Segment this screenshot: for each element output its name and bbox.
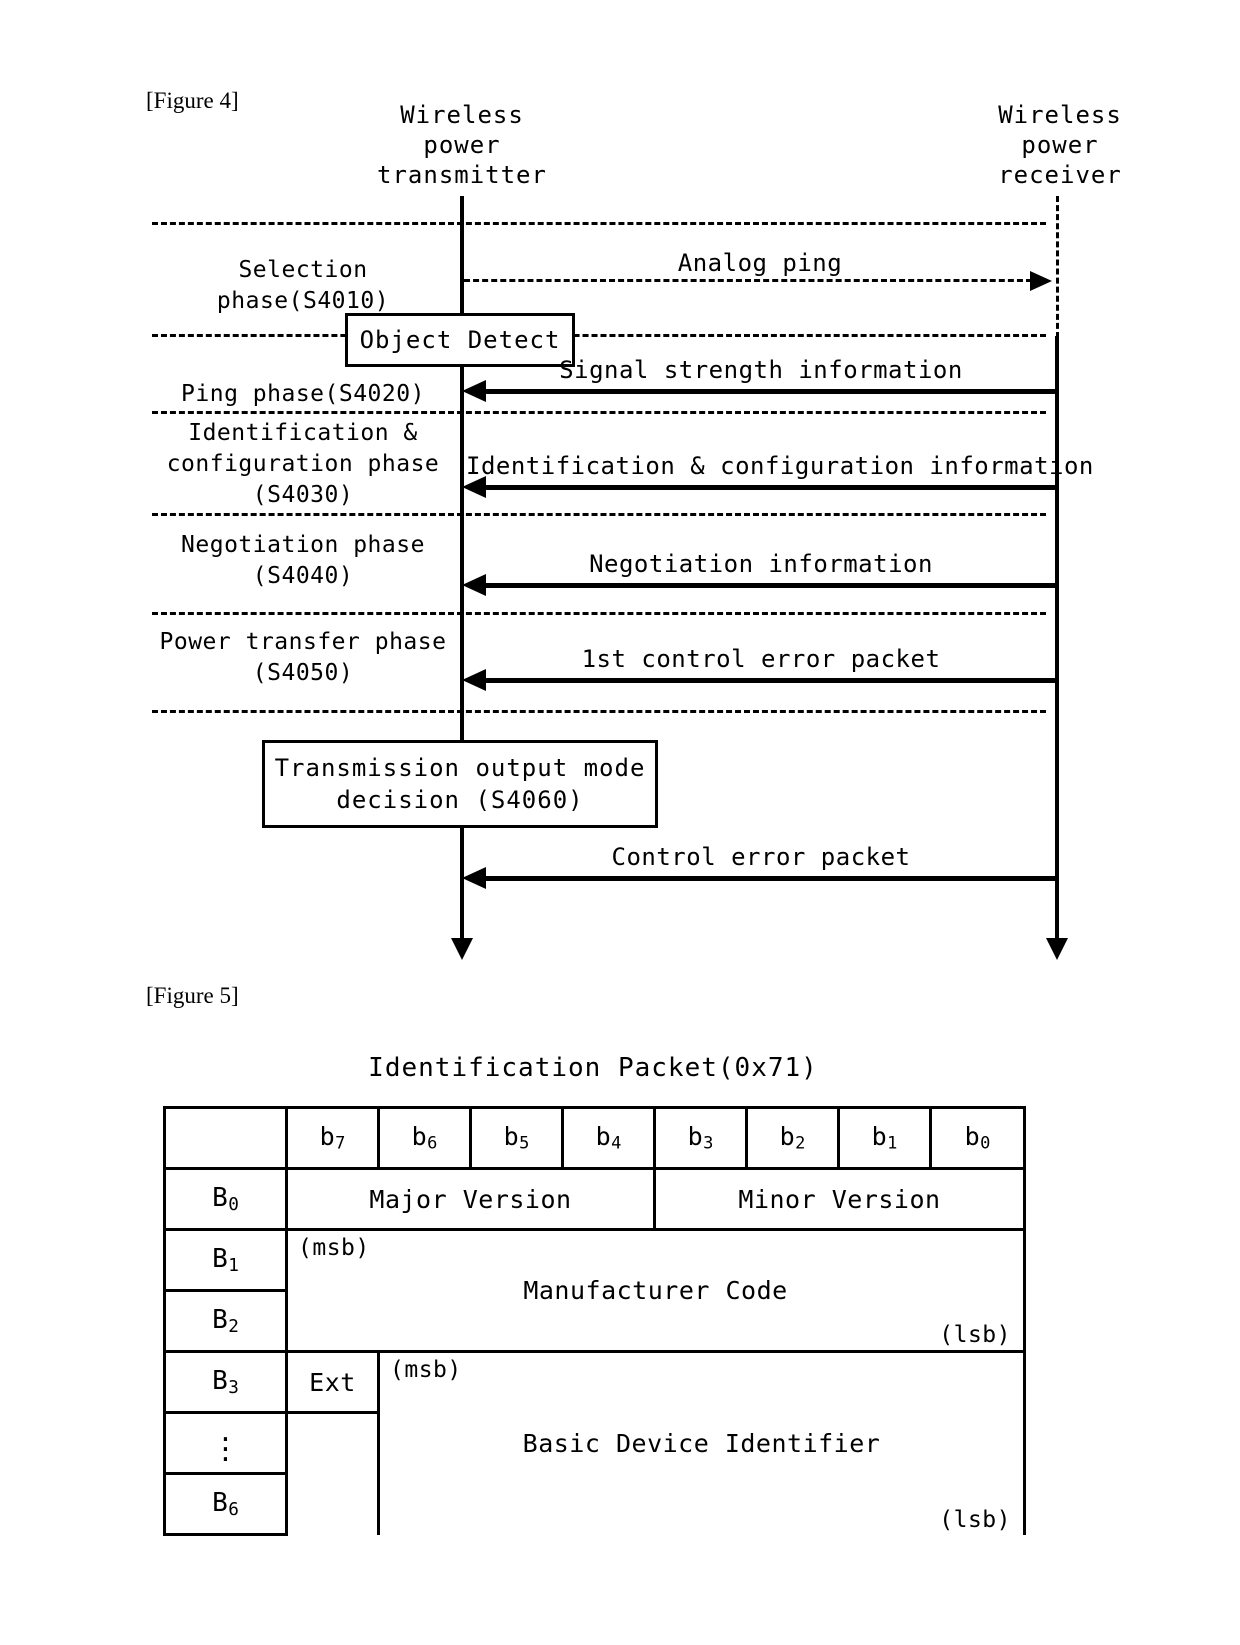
phase-label-ping: Ping phase(S4020): [181, 381, 425, 407]
message-line-identification-configuration: [474, 485, 1056, 490]
table-header-b4: b4: [561, 1106, 656, 1170]
table-byte-label-b2: B2: [163, 1289, 288, 1353]
message-line-signal-strength: [474, 389, 1056, 394]
table-header-b3: b3: [653, 1106, 748, 1170]
lifeline-transmitter-end-arrow: [451, 938, 473, 960]
phase-label-negotiation: Negotiation phase (S4040): [181, 532, 425, 589]
bit-index-0: 0: [980, 1133, 991, 1154]
byte-index-0: 0: [228, 1194, 239, 1215]
message-label-analog-ping: Analog ping: [677, 249, 843, 277]
phase-label-selection: Selection phase(S4010): [216, 257, 390, 314]
message-line-control-error: [474, 876, 1056, 881]
message-line-first-control-error: [474, 678, 1056, 683]
message-arrowhead-control-error: [462, 867, 486, 889]
table-row-bit-headers: b7 b6 b5 b4 b3 b2 b1 b0: [163, 1106, 1026, 1170]
phase-divider-identification-negotiation: [152, 513, 1046, 516]
table-byte-label-b0: B0: [163, 1167, 288, 1231]
byte-index-1: 1: [228, 1255, 239, 1276]
table-byte-label-b1: B1: [163, 1228, 288, 1292]
message-arrowhead-signal-strength: [462, 380, 486, 402]
bit-index-4: 4: [611, 1133, 622, 1154]
bit-index-6: 6: [427, 1133, 438, 1154]
byte-index-3: 3: [228, 1377, 239, 1398]
bit-index-5: 5: [519, 1133, 530, 1154]
message-label-identification-configuration: Identification & configuration informati…: [466, 452, 1094, 480]
table-header-b5: b5: [469, 1106, 564, 1170]
message-line-negotiation: [474, 583, 1056, 588]
process-box-output-mode-decision: Transmission output mode decision (S4060…: [262, 740, 658, 828]
phase-divider-top: [152, 222, 1046, 225]
manufacturer-code-msb-label: (msb): [298, 1235, 370, 1261]
table-cell-corner-blank: [163, 1106, 288, 1170]
actor-header-receiver: Wireless power receiver: [998, 101, 1122, 189]
table-field-basic-device-identifier: (msb) Basic Device Identifier (lsb): [377, 1350, 1026, 1535]
message-line-analog-ping: [464, 279, 1032, 282]
table-field-manufacturer-code: (msb) Manufacturer Code (lsb): [285, 1228, 1026, 1352]
message-label-negotiation: Negotiation information: [589, 550, 933, 578]
table-byte-label-b6: B6: [163, 1472, 288, 1536]
lifeline-receiver-end-arrow: [1046, 938, 1068, 960]
message-label-signal-strength: Signal strength information: [559, 356, 963, 384]
byte-index-6: 6: [228, 1499, 239, 1520]
basic-device-identifier-msb-label: (msb): [390, 1357, 462, 1383]
table-header-b7: b7: [285, 1106, 380, 1170]
bit-index-3: 3: [703, 1133, 714, 1154]
phase-divider-negotiation-power: [152, 612, 1046, 615]
table-header-b2: b2: [745, 1106, 840, 1170]
phase-divider-power-bottom: [152, 710, 1046, 713]
phase-label-identification-configuration: Identification & configuration phase (S4…: [166, 420, 440, 508]
basic-device-identifier-label: Basic Device Identifier: [522, 1429, 881, 1459]
message-label-control-error: Control error packet: [611, 843, 911, 871]
message-label-first-control-error: 1st control error packet: [581, 645, 941, 673]
lifeline-receiver-dashed: [1056, 196, 1059, 338]
manufacturer-code-label: Manufacturer Code: [523, 1276, 788, 1305]
phase-divider-selection-ping: [152, 334, 1046, 337]
table-field-ext-bit: Ext: [285, 1350, 380, 1414]
phase-label-power-transfer: Power transfer phase (S4050): [159, 629, 447, 686]
figure-5-caption: [Figure 5]: [146, 983, 239, 1008]
table-byte-label-b3: B3: [163, 1350, 288, 1414]
table-header-b1: b1: [837, 1106, 932, 1170]
basic-device-identifier-lsb-label: (lsb): [939, 1506, 1011, 1533]
table-row-b0: B0 Major Version Minor Version: [163, 1167, 1026, 1231]
packet-table-title: Identification Packet(0x71): [368, 1053, 818, 1083]
table-header-b6: b6: [377, 1106, 472, 1170]
figure-4-caption: [Figure 4]: [146, 88, 239, 113]
manufacturer-code-lsb-label: (lsb): [939, 1322, 1011, 1348]
byte-index-2: 2: [228, 1316, 239, 1337]
table-field-minor-version: Minor Version: [653, 1167, 1026, 1231]
lifeline-transmitter: [460, 196, 464, 944]
table-field-major-version: Major Version: [285, 1167, 656, 1231]
table-row-b3: B3 Ext (msb) Basic Device Identifier (ls…: [163, 1350, 1026, 1535]
bit-index-7: 7: [335, 1133, 346, 1154]
message-arrowhead-negotiation: [462, 574, 486, 596]
table-byte-label-ellipsis: ...: [163, 1411, 288, 1475]
message-arrowhead-first-control-error: [462, 669, 486, 691]
identification-packet-table: b7 b6 b5 b4 b3 b2 b1 b0 B0 Major Version…: [163, 1106, 1026, 1536]
bit-index-2: 2: [795, 1133, 806, 1154]
actor-header-transmitter: Wireless power transmitter: [377, 101, 547, 189]
message-arrowhead-identification-configuration: [462, 476, 486, 498]
patent-figure-page: [Figure 4] Wireless power transmitter Wi…: [0, 0, 1240, 1645]
phase-divider-ping-identification: [152, 411, 1046, 414]
bit-index-1: 1: [887, 1133, 898, 1154]
message-arrowhead-analog-ping: [1030, 271, 1052, 291]
table-row-b1: B1 (msb) Manufacturer Code (lsb): [163, 1228, 1026, 1352]
table-header-b0: b0: [929, 1106, 1026, 1170]
